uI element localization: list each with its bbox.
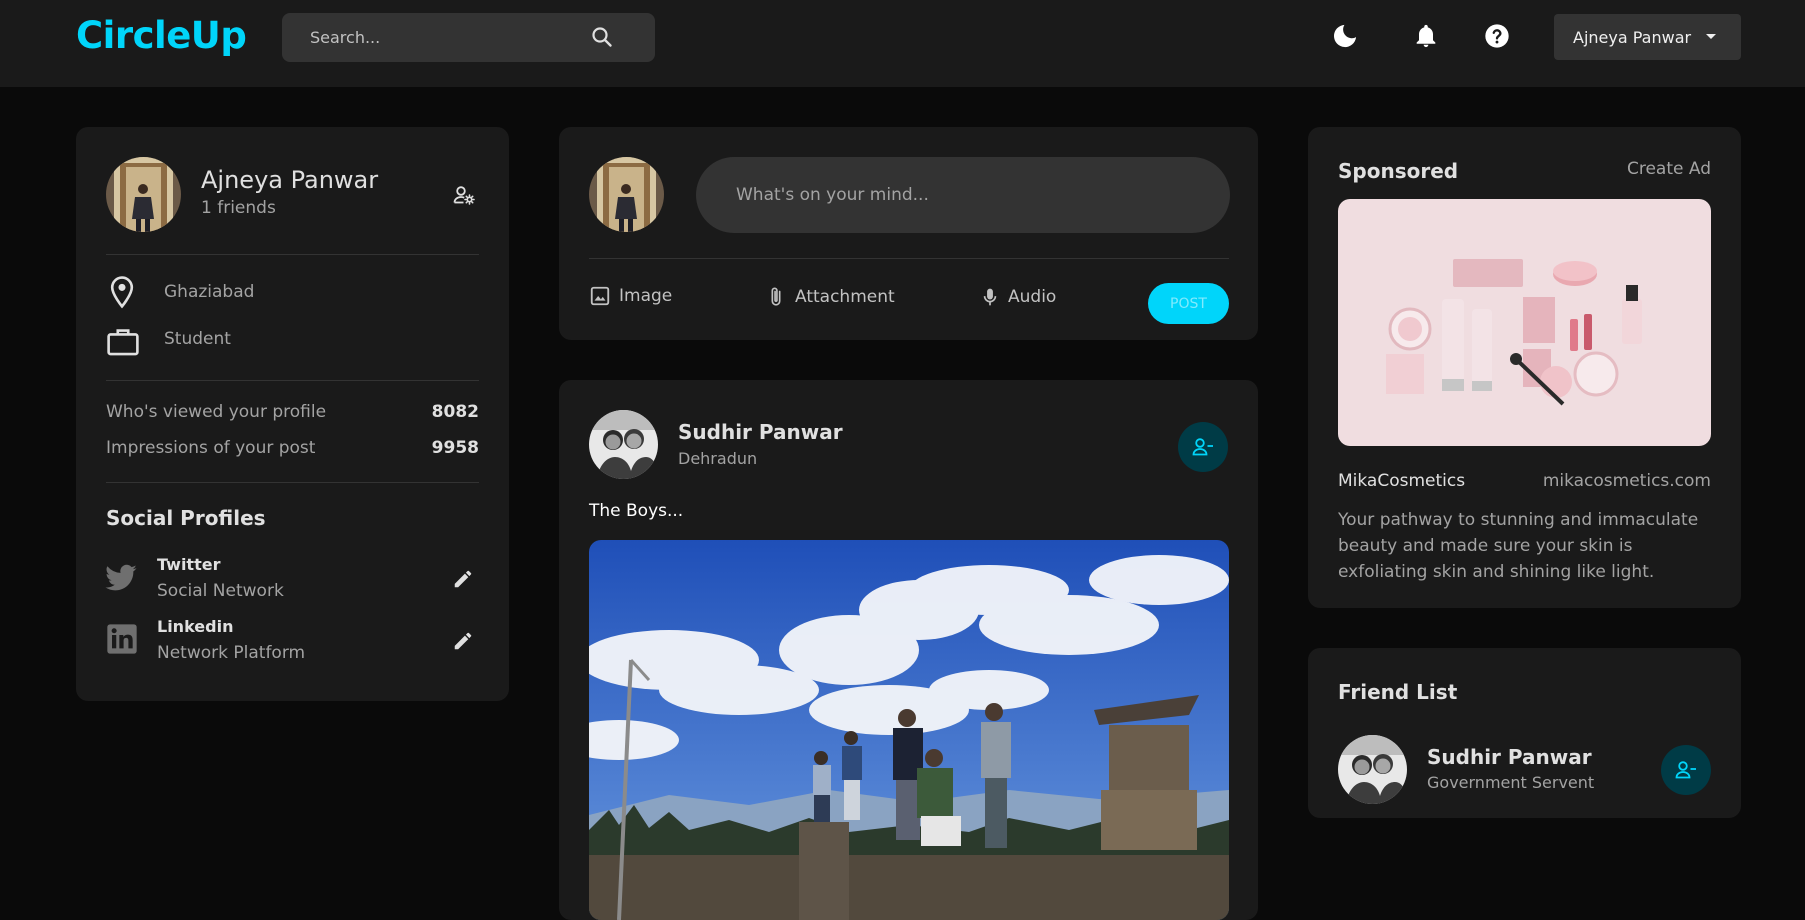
post-button[interactable]: POST (1148, 283, 1229, 324)
divider (106, 254, 479, 255)
twitter-name[interactable]: Twitter (157, 555, 220, 574)
image-action-label: Image (619, 286, 673, 306)
search-input[interactable] (310, 13, 600, 62)
profile-views-value: 8082 (431, 402, 479, 422)
ad-description: Your pathway to stunning and immaculate … (1338, 510, 1699, 582)
image-icon (590, 286, 610, 306)
attachment-action-button[interactable]: Attachment (765, 285, 895, 309)
briefcase-icon (107, 329, 139, 356)
sponsored-title: Sponsored (1338, 159, 1459, 183)
profile-card: Ajneya Panwar 1 friends Ghaziabad Studen… (76, 127, 509, 701)
linkedin-name[interactable]: Linkedin (157, 617, 233, 636)
divider (106, 380, 479, 381)
post-image[interactable] (589, 540, 1229, 920)
location-text: Ghaziabad (164, 282, 255, 302)
friend-list-title: Friend List (1338, 680, 1458, 704)
remove-friend-button[interactable] (1178, 422, 1228, 472)
search-icon[interactable] (590, 25, 614, 49)
create-ad-link[interactable]: Create Ad (1627, 159, 1711, 179)
person-remove-icon (1675, 761, 1696, 779)
post-text-input[interactable] (696, 157, 1230, 233)
friend-name[interactable]: Sudhir Panwar (1427, 745, 1592, 769)
help-icon[interactable] (1483, 22, 1511, 50)
friend-avatar[interactable] (1338, 735, 1407, 804)
ad-url[interactable]: mikacosmetics.com (1543, 471, 1711, 491)
twitter-type: Social Network (157, 581, 284, 601)
bell-icon[interactable] (1412, 22, 1440, 50)
profile-name[interactable]: Ajneya Panwar (201, 166, 378, 194)
audio-action-label: Audio (1008, 287, 1057, 307)
profile-avatar[interactable] (106, 157, 181, 232)
image-action-button[interactable]: Image (589, 285, 672, 307)
microphone-icon (983, 288, 997, 306)
user-dropdown[interactable]: Ajneya Panwar (1554, 14, 1741, 60)
location-pin-icon (110, 276, 134, 309)
divider (589, 258, 1229, 259)
manage-account-icon[interactable] (452, 183, 476, 207)
impressions-value: 9958 (431, 438, 479, 458)
twitter-icon (105, 564, 137, 591)
paperclip-icon (771, 287, 781, 306)
user-dropdown-label: Ajneya Panwar (1573, 27, 1692, 47)
ad-brand: MikaCosmetics (1338, 471, 1466, 491)
post-card: Sudhir Panwar Dehradun The Boys... (559, 380, 1258, 920)
edit-pencil-icon[interactable] (452, 568, 474, 590)
moon-icon[interactable] (1331, 22, 1359, 50)
edit-pencil-icon[interactable] (452, 630, 474, 652)
audio-action-button[interactable]: Audio (980, 285, 1056, 309)
post-caption: The Boys... (589, 501, 684, 521)
top-navbar: CircleUp Ajneya Panwar (0, 0, 1805, 87)
friends-count: 1 friends (201, 198, 276, 218)
impressions-label: Impressions of your post (106, 438, 316, 458)
linkedin-type: Network Platform (157, 643, 306, 663)
post-author-location: Dehradun (678, 449, 758, 468)
person-remove-icon (1192, 438, 1213, 456)
chevron-down-icon (1706, 34, 1716, 39)
remove-friend-button[interactable] (1661, 745, 1711, 795)
post-composer: Image Attachment Audio POST (559, 127, 1258, 340)
occupation-text: Student (164, 329, 231, 349)
friend-list-card: Friend List Sudhir Panwar Government Ser… (1308, 648, 1741, 818)
app-logo[interactable]: CircleUp (76, 14, 247, 57)
post-author-avatar[interactable] (589, 410, 658, 479)
divider (106, 482, 479, 483)
profile-views-label: Who's viewed your profile (106, 402, 327, 422)
search-box (282, 13, 655, 62)
ad-image[interactable] (1338, 199, 1711, 446)
composer-avatar (589, 157, 664, 232)
attachment-action-label: Attachment (795, 287, 895, 307)
social-profiles-title: Social Profiles (106, 506, 266, 530)
friend-subtitle: Government Servent (1427, 773, 1595, 792)
linkedin-icon (107, 624, 137, 654)
post-author-name[interactable]: Sudhir Panwar (678, 420, 843, 444)
sponsored-card: Sponsored Create Ad MikaCosmetics mikaco… (1308, 127, 1741, 608)
